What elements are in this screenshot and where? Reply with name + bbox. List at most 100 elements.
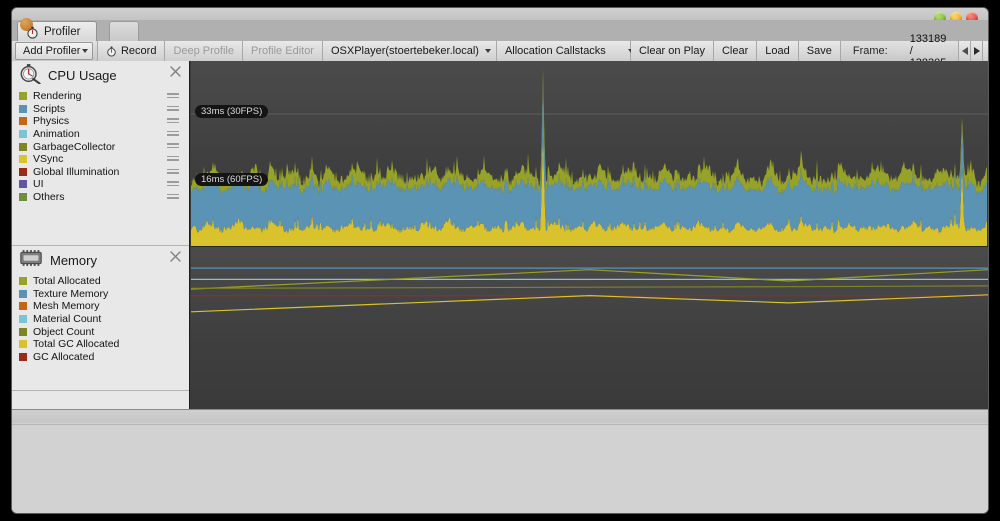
legend-cpu: Rendering Scripts Physics Animation Garb… [12, 89, 189, 203]
legend-swatch [19, 193, 27, 202]
memory-chip-icon [18, 249, 44, 272]
deep-profile-button[interactable]: Deep Profile [165, 41, 243, 61]
legend-swatch [19, 92, 27, 101]
clear-button[interactable]: Clear [713, 41, 758, 61]
drag-handle-icon[interactable] [167, 118, 179, 124]
legend-label: Rendering [33, 90, 82, 103]
allocation-callstacks-label: Allocation Callstacks [504, 45, 606, 57]
fps-marker-60: 16ms (60FPS) [195, 173, 269, 186]
graph-column: 33ms (30FPS) 16ms (60FPS) [191, 61, 988, 411]
legend-item[interactable]: Total Allocated [19, 275, 189, 288]
allocation-callstacks-dropdown[interactable]: Allocation Callstacks [496, 41, 634, 61]
legend-swatch [19, 104, 27, 113]
legend-swatch [19, 289, 27, 298]
drag-handle-icon[interactable] [167, 155, 179, 161]
save-button[interactable]: Save [798, 41, 841, 61]
legend-swatch [19, 167, 27, 176]
chevron-down-icon [82, 49, 89, 53]
legend-item[interactable]: Animation [19, 128, 189, 141]
legend-item[interactable]: UI [19, 178, 189, 191]
detail-pane [12, 409, 988, 513]
legend-label: Object Count [33, 325, 95, 338]
fps-marker-30: 33ms (30FPS) [195, 105, 269, 118]
legend-item[interactable]: Mesh Memory [19, 300, 189, 313]
legend-item[interactable]: Material Count [19, 313, 189, 326]
target-dropdown[interactable]: OSXPlayer(stoertebeker.local) [322, 41, 497, 61]
load-label: Load [765, 45, 790, 57]
legend-item[interactable]: Global Illumination [19, 166, 189, 179]
next-frame-button[interactable] [970, 41, 982, 61]
module-header-memory[interactable]: Memory [12, 246, 189, 274]
legend-label: Total Allocated [33, 275, 101, 288]
profile-editor-button[interactable]: Profile Editor [243, 41, 323, 61]
legend-swatch [19, 142, 27, 151]
toolbar-end-spacer [982, 41, 988, 61]
legend-item[interactable]: Rendering [19, 90, 189, 103]
profile-editor-label: Profile Editor [251, 45, 314, 57]
legend-item[interactable]: Object Count [19, 325, 189, 338]
profiler-window: Profiler Add Profiler Record Deep Profil… [12, 8, 988, 513]
cpu-stopwatch-icon [18, 62, 42, 89]
clear-on-play-button[interactable]: Clear on Play [630, 41, 714, 61]
legend-label: VSync [33, 153, 64, 166]
frame-label: Frame: [852, 45, 888, 57]
chevron-down-icon [484, 49, 491, 53]
legend-swatch [19, 130, 27, 139]
drag-handle-icon[interactable] [167, 130, 179, 136]
next-frame-icon [973, 47, 980, 55]
legend-item[interactable]: VSync [19, 153, 189, 166]
screenshot-root: Profiler Add Profiler Record Deep Profil… [0, 0, 1000, 521]
legend-swatch [19, 352, 27, 361]
cpu-usage-graph[interactable]: 33ms (30FPS) 16ms (60FPS) [191, 61, 988, 247]
profiler-body: CPU Usage Rendering Scripts Physics Anim… [12, 61, 988, 411]
legend-item[interactable]: GC Allocated [19, 351, 189, 364]
drag-handle-icon[interactable] [167, 143, 179, 149]
legend-memory: Total Allocated Texture Memory Mesh Memo… [12, 274, 189, 363]
previous-frame-button[interactable] [958, 41, 971, 61]
legend-label: Material Count [33, 313, 102, 326]
clear-label: Clear [721, 45, 749, 57]
frame-counter-value: 133189 / 138305 [909, 33, 947, 69]
legend-label: Others [33, 191, 65, 204]
drag-handle-icon[interactable] [167, 193, 179, 199]
legend-item[interactable]: Scripts [19, 103, 189, 116]
legend-item[interactable]: Others [19, 191, 189, 204]
legend-label: Global Illumination [33, 165, 120, 178]
close-icon[interactable] [170, 251, 181, 262]
memory-graph[interactable] [191, 247, 988, 411]
module-title-cpu: CPU Usage [48, 67, 117, 83]
tab-empty-slot[interactable] [109, 21, 139, 42]
load-button[interactable]: Load [757, 41, 799, 61]
close-icon[interactable] [170, 66, 181, 77]
drag-handle-icon[interactable] [167, 93, 179, 98]
cpu-graph-canvas [191, 68, 988, 246]
legend-swatch [19, 277, 27, 286]
legend-label: Scripts [33, 102, 66, 115]
tab-profiler[interactable]: Profiler [17, 18, 98, 42]
drag-handle-icon[interactable] [167, 168, 179, 174]
target-label: OSXPlayer(stoertebeker.local) [330, 45, 479, 57]
drag-handle-icon[interactable] [167, 105, 179, 111]
add-profiler-dropdown[interactable]: Add Profiler [15, 42, 94, 60]
legend-label: Total GC Allocated [33, 338, 120, 351]
drag-handle-icon[interactable] [167, 181, 179, 187]
save-label: Save [806, 45, 832, 57]
tab-strip: Profiler [12, 18, 988, 42]
memory-graph-canvas [191, 267, 988, 313]
legend-item[interactable]: Total GC Allocated [19, 338, 189, 351]
profiler-toolbar: Add Profiler Record Deep Profile Profile… [12, 33, 988, 69]
tab-label: Profiler [44, 26, 81, 38]
legend-item[interactable]: Physics [19, 115, 189, 128]
legend-swatch [19, 117, 27, 126]
record-button[interactable]: Record [96, 41, 166, 61]
legend-item[interactable]: Texture Memory [19, 288, 189, 301]
legend-swatch [19, 180, 27, 189]
legend-label: Physics [33, 115, 70, 128]
legend-swatch [19, 340, 27, 349]
legend-item[interactable]: GarbageCollector [19, 140, 189, 153]
legend-label: GarbageCollector [33, 140, 116, 153]
legend-swatch [19, 155, 27, 164]
module-header-cpu[interactable]: CPU Usage [12, 61, 189, 89]
legend-label: GC Allocated [33, 350, 95, 363]
legend-swatch [19, 327, 27, 336]
